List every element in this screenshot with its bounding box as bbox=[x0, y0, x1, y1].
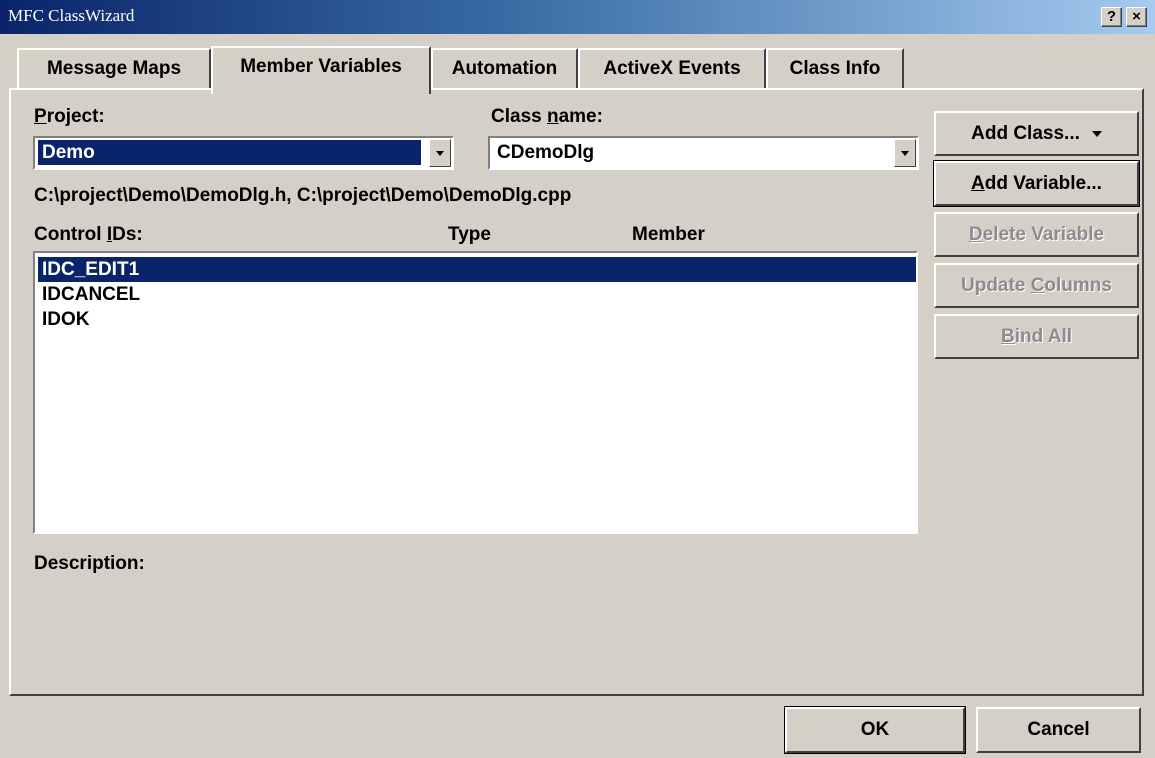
tab-message-maps[interactable]: Message Maps bbox=[17, 48, 211, 90]
tab-activex-events[interactable]: ActiveX Events bbox=[578, 48, 766, 90]
close-button[interactable]: × bbox=[1126, 7, 1147, 27]
window-title: MFC ClassWizard bbox=[8, 6, 135, 25]
ok-button[interactable]: OK bbox=[784, 706, 966, 754]
help-button[interactable]: ? bbox=[1101, 7, 1122, 27]
tab-member-variables[interactable]: Member Variables bbox=[211, 46, 431, 94]
tab-panel bbox=[9, 88, 1144, 696]
tab-automation[interactable]: Automation bbox=[431, 48, 578, 90]
cancel-button[interactable]: Cancel bbox=[976, 707, 1141, 753]
title-bar[interactable]: MFC ClassWizard ? × bbox=[0, 0, 1155, 34]
tab-class-info[interactable]: Class Info bbox=[766, 48, 904, 90]
